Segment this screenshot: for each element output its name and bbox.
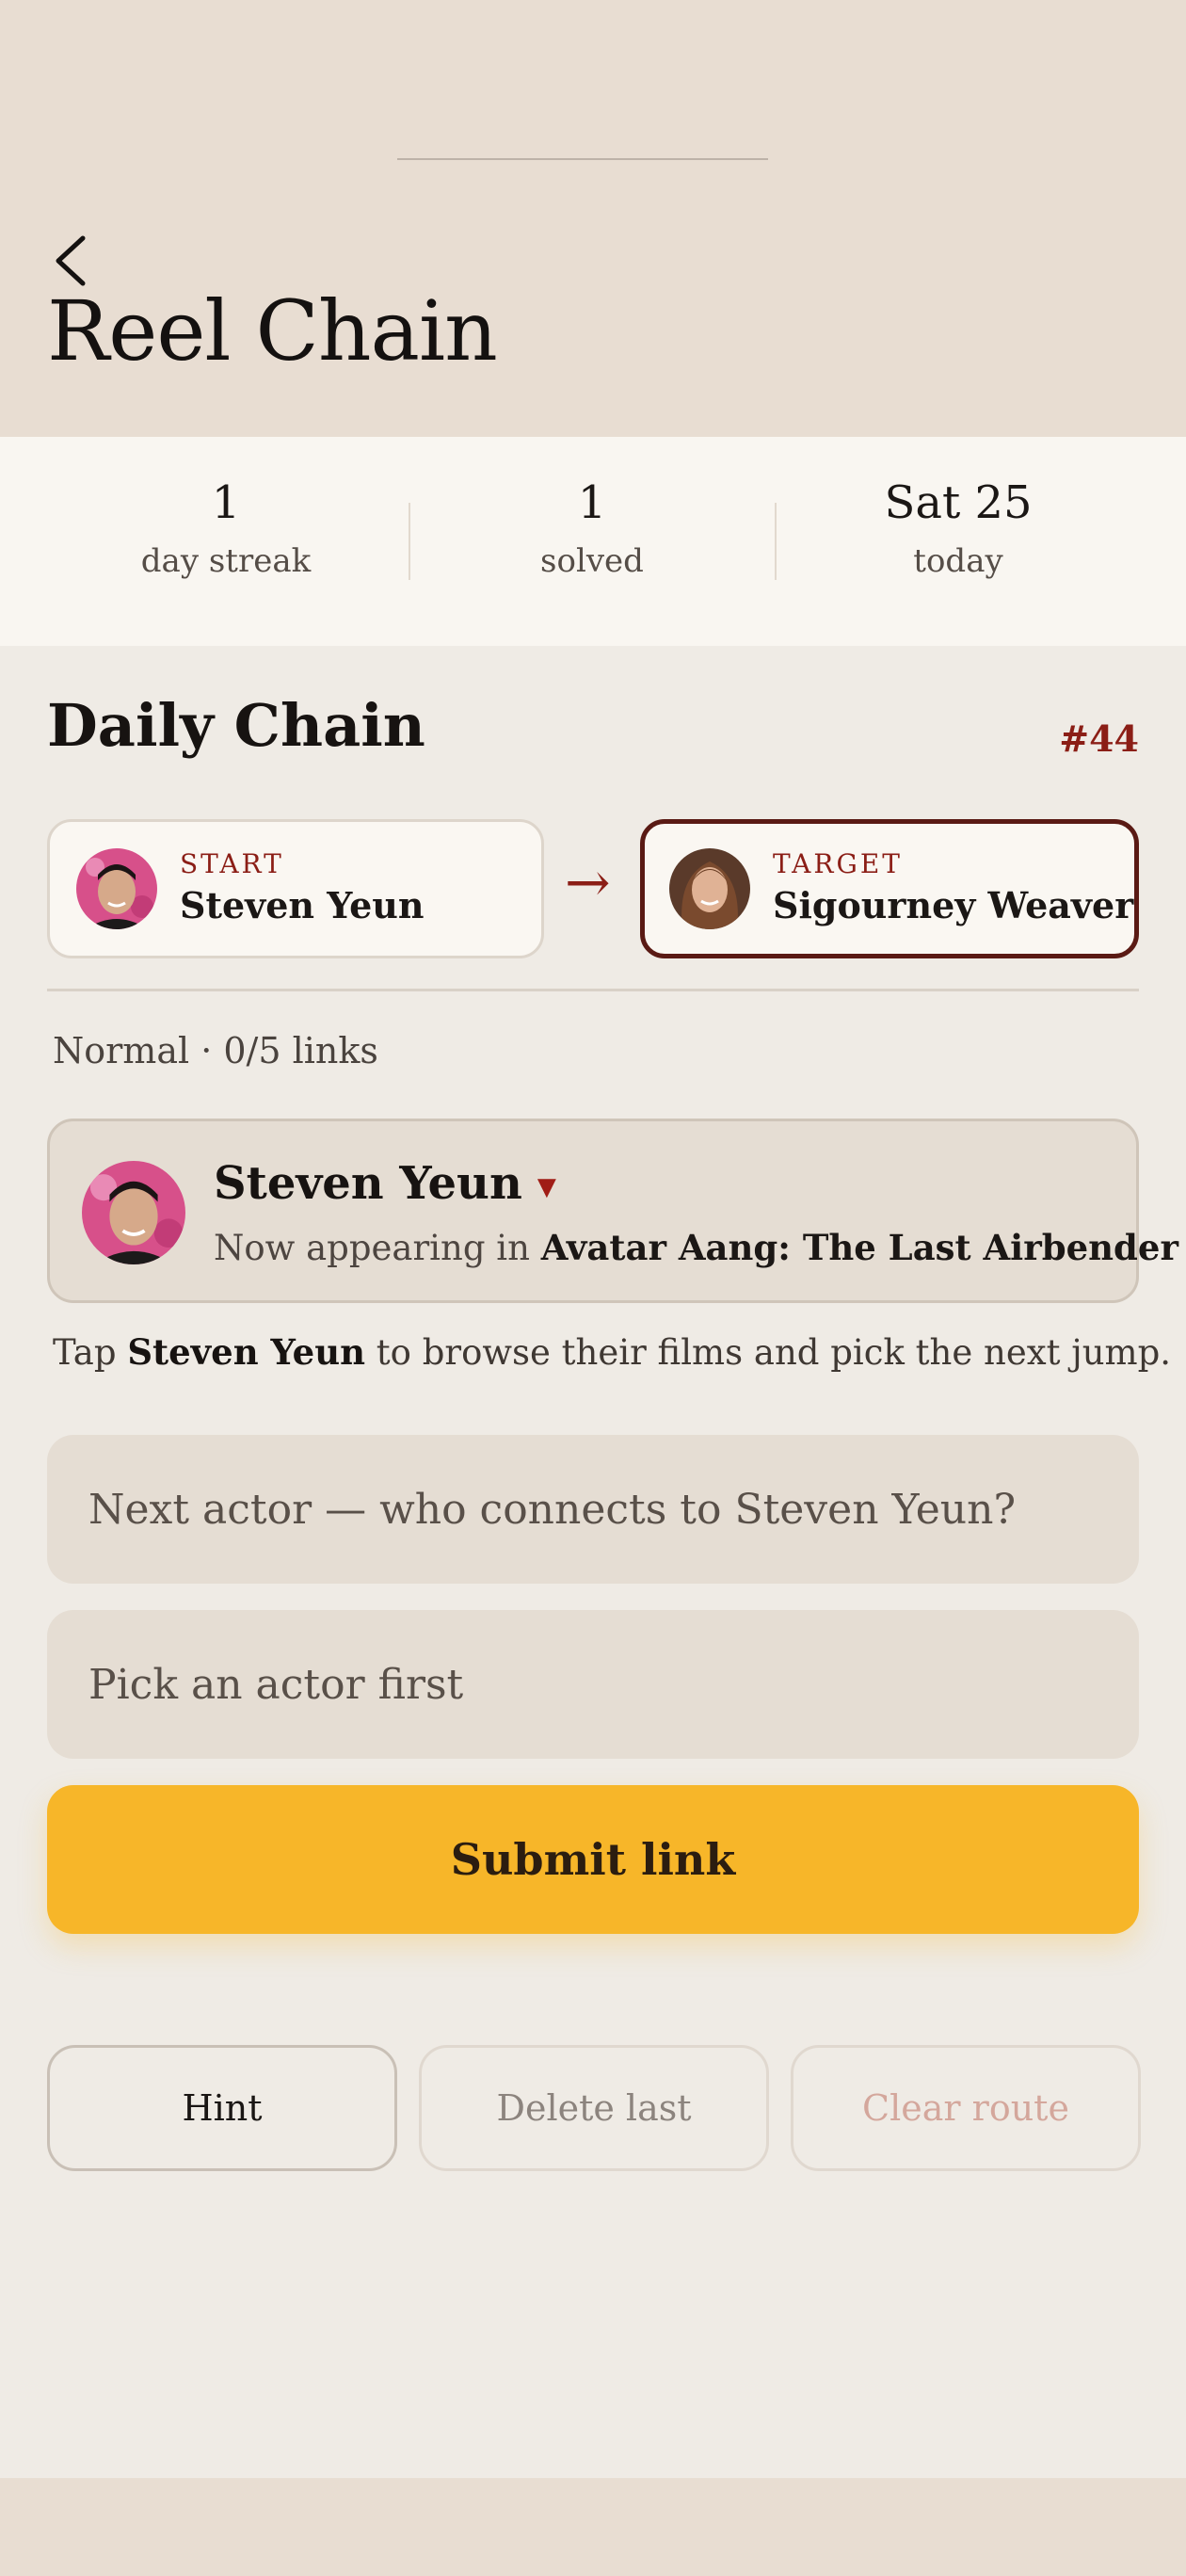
avatar — [76, 848, 157, 929]
appearing-in-text: Now appearing in Avatar Aang: The Last A… — [214, 1227, 1178, 1268]
stats-bar: 1 day streak 1 solved Sat 25 today — [0, 437, 1186, 646]
mode-progress-text: Normal · 0/5 links — [53, 1030, 378, 1071]
current-movie: Avatar Aang: The Last Airbender — [540, 1227, 1178, 1268]
delete-last-button[interactable]: Delete last — [419, 2045, 769, 2171]
stat-streak-value: 1 — [211, 476, 241, 529]
hint-button[interactable]: Hint — [47, 2045, 397, 2171]
page-title: Reel Chain — [47, 282, 498, 379]
avatar — [669, 848, 750, 929]
target-actor-card[interactable]: TARGET Sigourney Weaver — [640, 819, 1139, 958]
stat-streak-label: day streak — [140, 541, 312, 580]
target-actor-name: Sigourney Weaver — [773, 884, 1134, 926]
next-actor-input[interactable]: Next actor — who connects to Steven Yeun… — [47, 1435, 1139, 1584]
main-content: Daily Chain #44 START Steven Yeun → TARG… — [0, 646, 1186, 2478]
movie-input-placeholder: Pick an actor first — [88, 1660, 464, 1709]
movie-input[interactable]: Pick an actor first — [47, 1610, 1139, 1759]
current-actor-card[interactable]: Steven Yeun ▼ Now appearing in Avatar Aan… — [47, 1119, 1178, 1303]
top-header: Reel Chain — [0, 0, 1186, 437]
help-suffix: to browse their films and pick the next … — [365, 1332, 1172, 1373]
start-actor-card[interactable]: START Steven Yeun — [47, 819, 544, 958]
arrow-right-icon: → — [565, 850, 611, 914]
appearing-prefix: Now appearing in — [214, 1228, 541, 1268]
current-actor-name[interactable]: Steven Yeun ▼ — [214, 1157, 556, 1210]
divider — [47, 989, 1139, 991]
stat-today-value: Sat 25 — [884, 476, 1033, 529]
current-actor-name-text: Steven Yeun — [214, 1157, 522, 1210]
stat-solved: 1 solved — [409, 476, 776, 580]
start-actor-name: Steven Yeun — [180, 884, 425, 926]
stat-solved-label: solved — [540, 541, 644, 580]
stat-solved-value: 1 — [577, 476, 607, 529]
bottom-bar — [0, 2478, 1186, 2576]
help-prefix: Tap — [53, 1332, 128, 1373]
clear-route-button[interactable]: Clear route — [791, 2045, 1141, 2171]
puzzle-number: #44 — [1059, 717, 1139, 760]
stat-today: Sat 25 today — [775, 476, 1142, 580]
help-actor: Steven Yeun — [127, 1331, 366, 1373]
target-tag: TARGET — [773, 848, 903, 879]
stat-today-label: today — [913, 541, 1003, 580]
caret-down-icon: ▼ — [537, 1172, 556, 1201]
stat-streak: 1 day streak — [42, 476, 409, 580]
section-title: Daily Chain — [47, 691, 425, 760]
help-text: Tap Steven Yeun to browse their films an… — [53, 1331, 1171, 1373]
next-actor-placeholder: Next actor — who connects to Steven Yeun… — [88, 1485, 1017, 1534]
sheet-grabber[interactable] — [397, 158, 768, 160]
avatar — [82, 1161, 185, 1264]
start-tag: START — [180, 848, 284, 879]
submit-link-button[interactable]: Submit link — [47, 1785, 1139, 1934]
